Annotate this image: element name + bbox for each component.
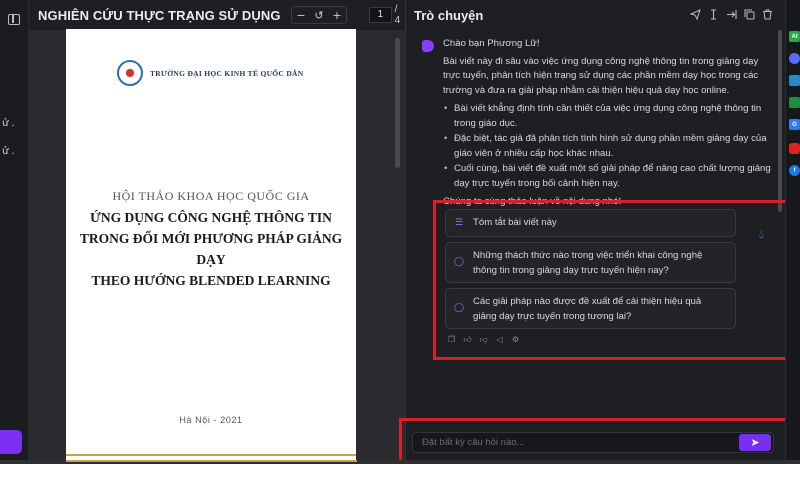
game-extension-icon[interactable]: [789, 97, 800, 108]
translate-icon[interactable]: G: [789, 119, 800, 130]
page-total: / 4: [394, 4, 401, 26]
pdf-viewer: NGHIÊN CỨU THỰC TRẠNG SỬ DỤNG CÔNG ... −…: [29, 0, 405, 460]
chat-header-actions: [690, 8, 773, 21]
zoom-controls: − ↺ +: [291, 6, 347, 24]
bottom-area: [0, 460, 800, 499]
document-title: ỨNG DỤNG CÔNG NGHỆ THÔNG TIN TRONG ĐỔI M…: [66, 207, 356, 291]
page-divider: [66, 454, 356, 456]
document-title-line: TRONG ĐỔI MỚI PHƯƠNG PHÁP GIẢNG DẠY: [79, 231, 343, 267]
page-gold-line: [66, 460, 357, 462]
drop-icon[interactable]: 💧︎: [759, 227, 764, 242]
chat-input[interactable]: [413, 433, 739, 452]
list-icon: ☰: [454, 217, 464, 228]
intro-text: Bài viết này đi sâu vào việc ứng dụng cô…: [443, 55, 759, 96]
thumbs-down-icon[interactable]: 👎︎: [479, 335, 488, 344]
text-cursor-icon[interactable]: [708, 8, 719, 21]
send-icon[interactable]: [690, 8, 701, 21]
ai-extension-icon[interactable]: AI: [789, 31, 800, 42]
university-name: TRƯỜNG ĐẠI HỌC KINH TẾ QUỐC DÂN: [150, 69, 304, 78]
export-icon[interactable]: [726, 8, 737, 21]
sidebar-text-fragment: ử .: [2, 146, 15, 157]
closing-text: Chúng ta cùng thảo luận về nội dung nhé!: [443, 196, 622, 207]
sidebar-toggle-icon[interactable]: [8, 14, 20, 25]
trash-icon[interactable]: [762, 8, 773, 21]
left-sidebar-strip: ử . ử .: [0, 0, 29, 460]
suggestion-text: Tóm tắt bài viết này: [473, 217, 557, 228]
page-number-input[interactable]: 1: [369, 7, 392, 23]
conference-label: HỘI THẢO KHOA HỌC QUỐC GIA: [112, 189, 310, 203]
suggestion-question[interactable]: ◯ Các giải pháp nào được đề xuất để cải …: [445, 288, 736, 329]
message-actions: ❐ 👍︎ 👎︎ ◁ ⚙: [447, 335, 520, 345]
document-title-line: ỨNG DỤNG CÔNG NGHỆ THÔNG TIN: [90, 210, 332, 225]
send-button[interactable]: ➤: [739, 434, 771, 451]
university-logo: [117, 60, 143, 86]
pdf-page: TRƯỜNG ĐẠI HỌC KINH TẾ QUỐC DÂN HỘI THẢO…: [66, 29, 356, 460]
place-year: Hà Nội - 2021: [179, 415, 243, 425]
suggestion-text: Các giải pháp nào được đề xuất để cải th…: [473, 296, 702, 322]
pdf-scrollbar[interactable]: [395, 38, 400, 168]
extension-icon[interactable]: [789, 75, 800, 86]
bot-message: Chào bạn Phương Lữ! Bài viết này đi sâu …: [443, 37, 773, 213]
greeting-text: Chào bạn Phương Lữ!: [443, 38, 540, 49]
suggestion-summary[interactable]: ☰ Tóm tắt bài viết này: [445, 209, 736, 237]
suggestion-question[interactable]: ◯ Những thách thức nào trong việc triển …: [445, 242, 736, 283]
zoom-out-icon[interactable]: −: [292, 7, 310, 23]
summary-list: Bài viết khẳng định tính cần thiết của v…: [443, 102, 773, 191]
messenger-icon[interactable]: [789, 53, 800, 64]
bot-avatar: [422, 40, 434, 52]
pdf-tools: − ↺ + 1 / 4: [291, 4, 405, 26]
chat-title: Trò chuyện: [414, 8, 484, 23]
document-title-line: THEO HƯỚNG BLENDED LEARNING: [91, 273, 331, 288]
facebook-icon[interactable]: f: [789, 165, 800, 176]
speaker-icon[interactable]: ◁: [495, 335, 504, 344]
list-item: Đặc biệt, tác giả đã phân tích tình hình…: [443, 132, 773, 161]
chat-bubble-icon: ◯: [453, 302, 465, 313]
pdf-title: NGHIÊN CỨU THỰC TRẠNG SỬ DỤNG CÔNG ...: [38, 8, 283, 23]
list-item: Bài viết khẳng định tính cần thiết của v…: [443, 102, 773, 131]
copy-icon[interactable]: [744, 8, 755, 21]
youtube-icon[interactable]: [789, 143, 800, 154]
chat-input-box: ➤: [412, 432, 774, 453]
list-item: Cuối cùng, bài viết đề xuất một số giải …: [443, 162, 773, 191]
reset-zoom-icon[interactable]: ↺: [310, 7, 328, 23]
settings-icon[interactable]: ⚙: [511, 335, 520, 344]
zoom-in-icon[interactable]: +: [328, 7, 346, 23]
copy-icon[interactable]: ❐: [447, 335, 456, 344]
extension-bar: AI G f: [785, 0, 800, 460]
thumbs-up-icon[interactable]: 👍︎: [463, 335, 472, 344]
pdf-toolbar: NGHIÊN CỨU THỰC TRẠNG SỬ DỤNG CÔNG ... −…: [29, 0, 405, 30]
send-icon: ➤: [750, 436, 760, 449]
chat-scrollbar[interactable]: [778, 30, 782, 212]
sidebar-text-fragment: ử .: [2, 118, 15, 129]
suggestion-text: Những thách thức nào trong việc triển kh…: [473, 250, 703, 276]
sidebar-active-tab[interactable]: [0, 430, 22, 454]
chat-bubble-icon: ◯: [453, 256, 465, 267]
